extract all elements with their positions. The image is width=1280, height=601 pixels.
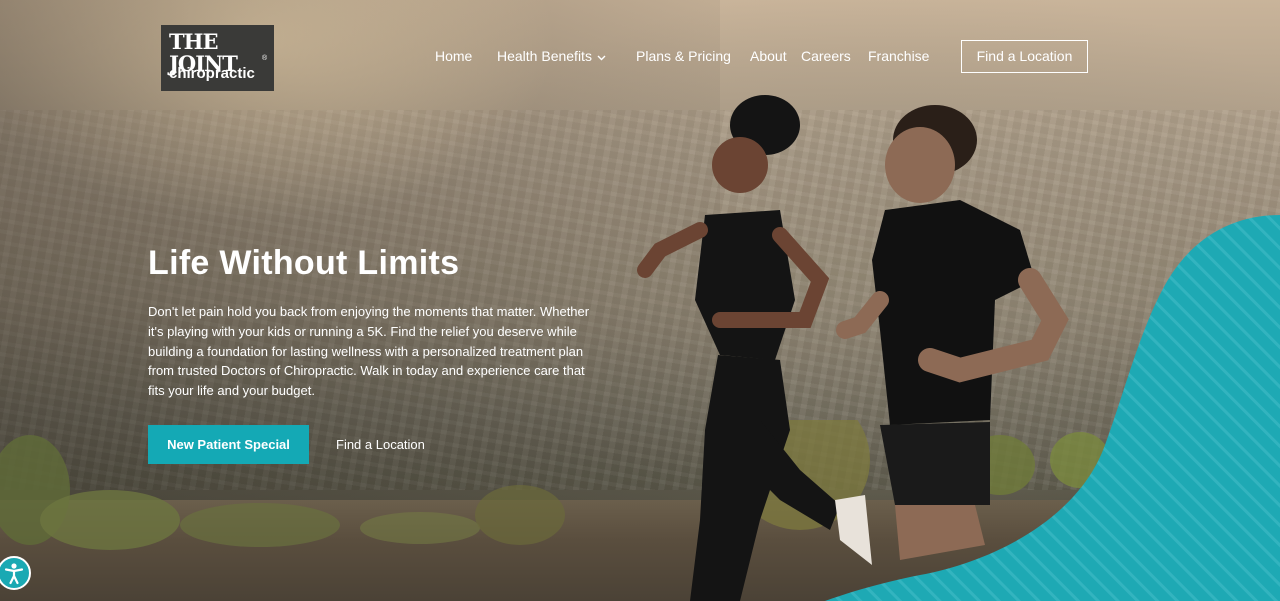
find-location-link[interactable]: Find a Location xyxy=(336,437,425,453)
logo-registered: ® xyxy=(262,55,268,62)
nav-health-benefits-label: Health Benefits xyxy=(497,48,592,64)
nav-plans-pricing[interactable]: Plans & Pricing xyxy=(636,47,731,65)
find-location-button[interactable]: Find a Location xyxy=(961,40,1088,73)
nav-careers[interactable]: Careers xyxy=(801,47,851,65)
logo-subtitle: chiropractic xyxy=(169,65,255,82)
new-patient-special-button[interactable]: New Patient Special xyxy=(148,425,309,464)
nav-home[interactable]: Home xyxy=(435,47,472,65)
hero-title: Life Without Limits xyxy=(148,244,460,282)
chevron-down-icon xyxy=(597,47,606,65)
nav-franchise[interactable]: Franchise xyxy=(868,47,929,65)
hero-section: THE JOINT ® chiropractic Home Health Ben… xyxy=(0,0,1280,601)
accessibility-icon[interactable] xyxy=(0,556,31,590)
site-logo[interactable]: THE JOINT ® chiropractic xyxy=(161,25,274,91)
nav-about[interactable]: About xyxy=(750,47,787,65)
hero-body: Don't let pain hold you back from enjoyi… xyxy=(148,304,590,399)
nav-health-benefits[interactable]: Health Benefits xyxy=(497,47,606,65)
